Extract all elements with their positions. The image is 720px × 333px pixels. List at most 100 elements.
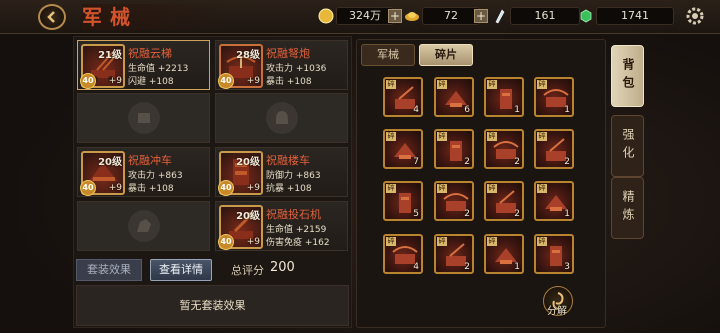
equipment-thumbnail: 20级 40 +9 xyxy=(218,205,263,250)
fragment-item[interactable]: 碎1 xyxy=(484,77,524,117)
level-label: 20级 xyxy=(98,157,122,168)
empty-slot-helmet[interactable] xyxy=(215,93,348,143)
equipment-thumbnail: 21级 40 +9 xyxy=(80,44,125,89)
fragment-tag: 碎 xyxy=(386,237,396,246)
horse-placeholder-icon xyxy=(128,210,160,242)
tab-fragments[interactable]: 碎片 xyxy=(419,44,473,66)
equipment-card-ram[interactable]: 20级 40 +9 祝融冲车 攻击力 +863 暴击 +108 xyxy=(77,147,210,197)
fragment-item[interactable]: 碎2 xyxy=(434,181,474,221)
helmet-placeholder-icon xyxy=(266,102,298,134)
fragment-count: 5 xyxy=(413,209,419,219)
equipment-stat-2: 抗暴 +108 xyxy=(266,184,312,194)
fragment-tag: 碎 xyxy=(437,132,447,141)
fragment-count: 1 xyxy=(514,105,520,115)
fragment-count: 2 xyxy=(464,157,470,167)
equipment-stat-1: 攻击力 +1036 xyxy=(266,64,327,74)
jade-value: 1741 xyxy=(596,7,674,25)
set-effect-text: 暂无套装效果 xyxy=(76,285,349,326)
fragment-count: 2 xyxy=(464,262,470,272)
equipment-stat-2: 闪避 +108 xyxy=(128,77,174,87)
equipment-thumbnail: 20级 40 +9 xyxy=(80,151,125,196)
equipment-stat-1: 防御力 +863 xyxy=(266,171,321,181)
equipment-thumbnail: 20级 40 +9 xyxy=(218,151,263,196)
empty-slot-horse[interactable] xyxy=(77,201,210,251)
side-tab-enhance[interactable]: 强化 xyxy=(611,115,644,177)
fragment-count: 3 xyxy=(564,262,570,272)
fragment-count: 7 xyxy=(413,157,419,167)
fragment-tag: 碎 xyxy=(537,237,547,246)
refine-level: +9 xyxy=(108,76,122,86)
equipment-stat-2: 暴击 +108 xyxy=(128,184,174,194)
fragment-count: 2 xyxy=(514,157,520,167)
gold-resource: 72 xyxy=(404,6,480,26)
set-effect-button[interactable]: 套装效果 xyxy=(76,259,142,281)
top-bar: 军械 324万 + 72 + 161 1741 xyxy=(0,0,720,34)
gold-ingot-icon xyxy=(405,12,419,21)
level-label: 21级 xyxy=(98,50,122,61)
fragment-count: 4 xyxy=(413,105,419,115)
side-tab-bag[interactable]: 背包 xyxy=(611,45,644,107)
fragment-tag: 碎 xyxy=(537,132,547,141)
fragment-tag: 碎 xyxy=(487,132,497,141)
fragment-count: 1 xyxy=(564,105,570,115)
level-label: 20级 xyxy=(236,211,260,222)
fragment-item[interactable]: 碎1 xyxy=(534,181,574,221)
tab-armory[interactable]: 军械 xyxy=(361,44,415,66)
fragment-item[interactable]: 碎2 xyxy=(484,181,524,221)
equipment-card-ladder[interactable]: 21级 40 +9 祝融云梯 生命值 +2213 闪避 +108 xyxy=(77,40,210,90)
decompose-label: 分解 xyxy=(547,306,567,317)
back-button[interactable] xyxy=(38,4,66,30)
fragment-tag: 碎 xyxy=(386,80,396,89)
settings-icon[interactable] xyxy=(685,6,705,26)
equipment-stat-2: 暴击 +108 xyxy=(266,77,312,87)
fragment-item[interactable]: 碎5 xyxy=(383,181,423,221)
equipment-name: 祝融投石机 xyxy=(266,208,321,221)
fragment-item[interactable]: 碎3 xyxy=(534,234,574,274)
empty-slot-shield[interactable] xyxy=(77,93,210,143)
equipment-stat-1: 生命值 +2159 xyxy=(266,225,327,235)
fragment-item[interactable]: 碎7 xyxy=(383,129,423,169)
fragment-item[interactable]: 碎2 xyxy=(434,234,474,274)
fragment-tag: 碎 xyxy=(437,184,447,193)
fragment-count: 2 xyxy=(514,209,520,219)
add-gold-button[interactable]: + xyxy=(474,9,488,23)
side-tab-refine[interactable]: 精炼 xyxy=(611,177,644,239)
refine-level: +9 xyxy=(108,183,122,193)
fragment-tag: 碎 xyxy=(437,237,447,246)
fragment-item[interactable]: 碎1 xyxy=(534,77,574,117)
fragment-tag: 碎 xyxy=(386,132,396,141)
fragment-tag: 碎 xyxy=(487,184,497,193)
add-silver-button[interactable]: + xyxy=(388,9,402,23)
fragment-item[interactable]: 碎1 xyxy=(484,234,524,274)
view-detail-button[interactable]: 查看详情 xyxy=(150,259,212,281)
fragment-count: 2 xyxy=(564,157,570,167)
fragment-item[interactable]: 碎4 xyxy=(383,234,423,274)
equipment-card-catapult[interactable]: 20级 40 +9 祝融投石机 生命值 +2159 伤害免疫 +162 xyxy=(215,201,348,251)
silver-value: 324万 xyxy=(336,7,394,25)
fragment-tag: 碎 xyxy=(386,184,396,193)
shield-placeholder-icon xyxy=(128,102,160,134)
star-badge: 40 xyxy=(218,73,234,89)
fragment-item[interactable]: 碎2 xyxy=(484,129,524,169)
silver-resource: 324万 xyxy=(318,6,394,26)
jade-resource: 1741 xyxy=(578,6,674,26)
equipment-thumbnail: 28级 40 +9 xyxy=(218,44,263,89)
crystal-resource: 161 xyxy=(492,6,580,26)
star-badge: 40 xyxy=(218,234,234,250)
fragment-tag: 碎 xyxy=(437,80,447,89)
equipment-card-tower[interactable]: 20级 40 +9 祝融楼车 防御力 +863 抗暴 +108 xyxy=(215,147,348,197)
crystal-value: 161 xyxy=(510,7,580,25)
fragment-item[interactable]: 碎2 xyxy=(534,129,574,169)
fragment-item[interactable]: 碎2 xyxy=(434,129,474,169)
fragment-tag: 碎 xyxy=(537,80,547,89)
equipment-stat-2: 伤害免疫 +162 xyxy=(266,238,330,248)
fragment-item[interactable]: 碎6 xyxy=(434,77,474,117)
coin-icon xyxy=(318,8,334,24)
equipment-card-ballista[interactable]: 28级 40 +9 祝融弩炮 攻击力 +1036 暴击 +108 xyxy=(215,40,348,90)
fragment-tag: 碎 xyxy=(487,80,497,89)
fragment-item[interactable]: 碎4 xyxy=(383,77,423,117)
crystal-icon xyxy=(495,9,505,24)
level-label: 28级 xyxy=(236,50,260,61)
fragment-count: 1 xyxy=(514,262,520,272)
gold-value: 72 xyxy=(422,7,480,25)
